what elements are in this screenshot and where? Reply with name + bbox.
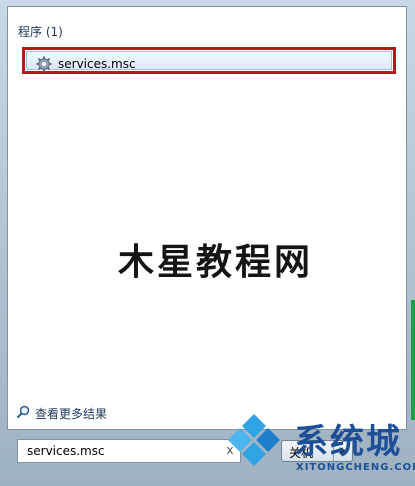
- gear-icon: [36, 56, 52, 72]
- search-results-panel: 程序 (1) services.msc 木星教程网: [7, 6, 407, 430]
- result-item-background: services.msc: [26, 51, 392, 72]
- result-item-services[interactable]: services.msc: [22, 47, 396, 74]
- watermark-text: 木星教程网: [117, 242, 313, 283]
- logo-diamond-icon: [228, 414, 280, 466]
- section-title-programs: 程序 (1): [18, 25, 63, 39]
- logo-subtext: XITONGCHENG.COM: [296, 462, 415, 473]
- start-menu-window: 程序 (1) services.msc 木星教程网 查看更多结果 service…: [0, 0, 415, 486]
- background-edge-strip: [411, 300, 415, 420]
- result-item-label: services.msc: [58, 57, 136, 71]
- search-input-value: services.msc: [27, 444, 105, 458]
- see-more-results-link[interactable]: 查看更多结果: [35, 405, 107, 422]
- search-input[interactable]: services.msc: [17, 439, 241, 463]
- magnifier-icon: [16, 405, 30, 419]
- logo-text: 系统城: [294, 422, 402, 462]
